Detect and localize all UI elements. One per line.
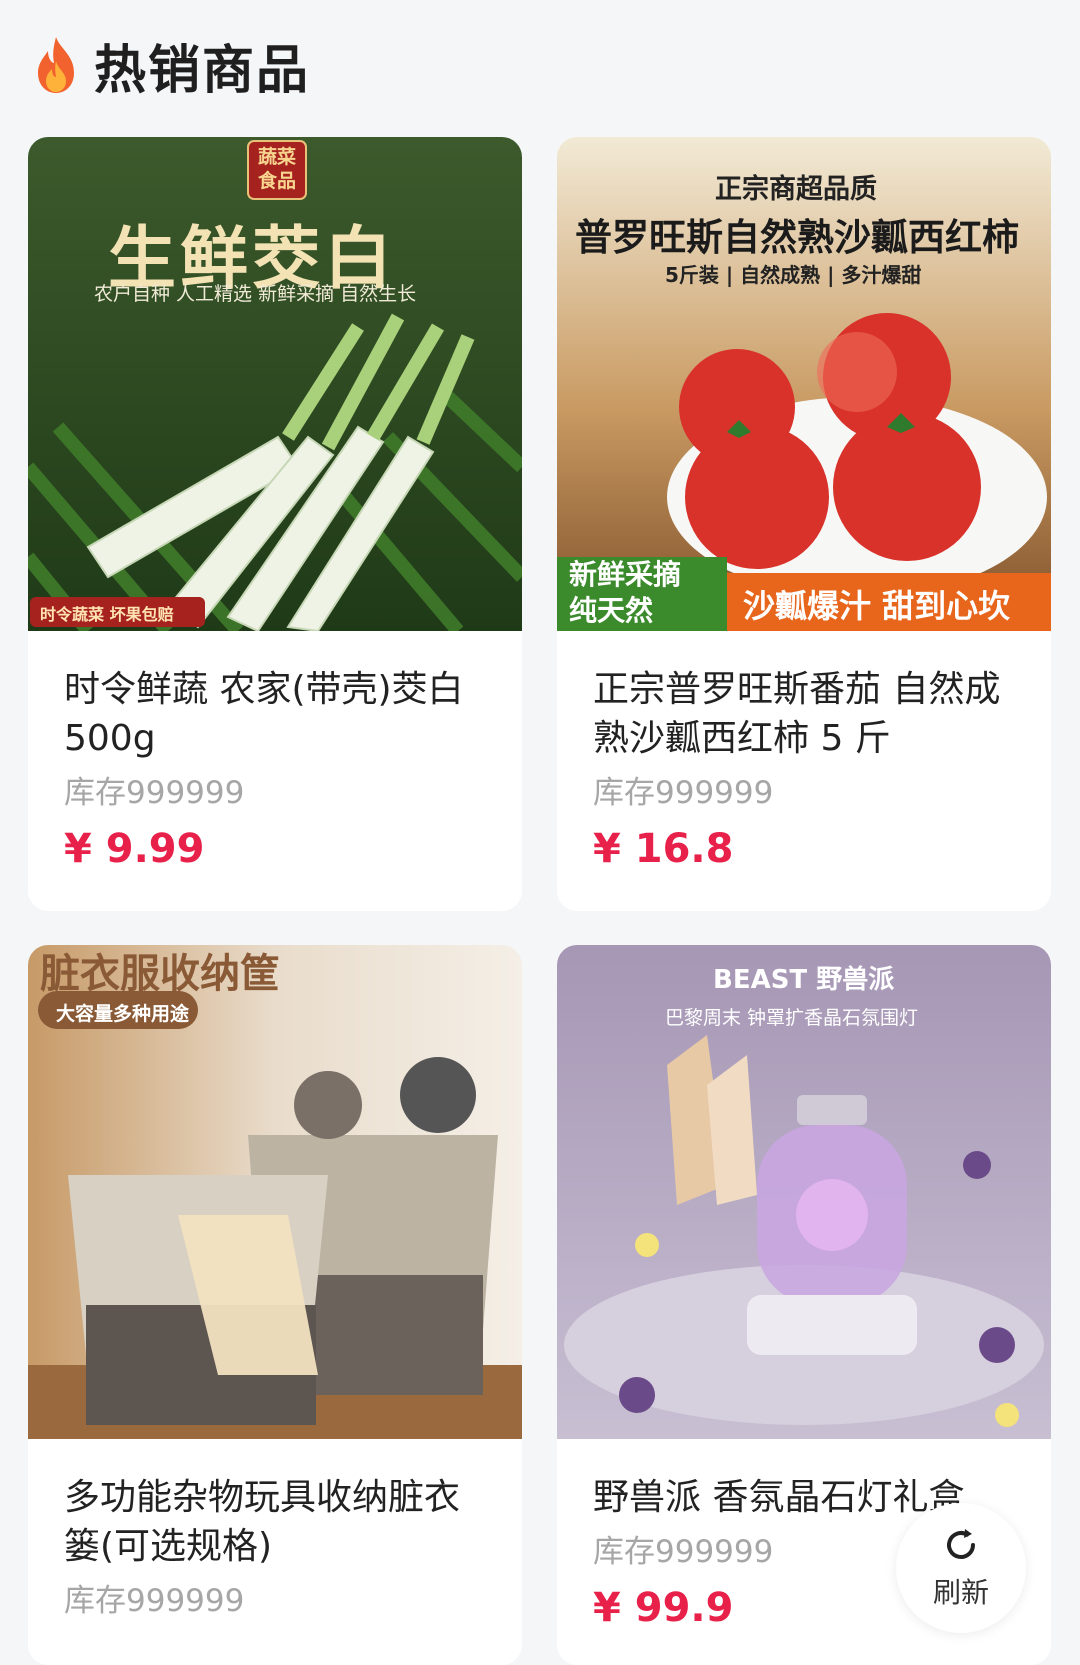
product-price: ¥ 9.99 [64, 826, 205, 872]
refresh-label: 刷新 [932, 1576, 989, 1609]
refresh-button[interactable]: 刷新 [896, 1503, 1026, 1633]
product-stock: 库存999999 [64, 1583, 245, 1619]
product-name: 正宗普罗旺斯番茄 自然成熟沙瓤西红柿 5 斤 [593, 669, 1001, 759]
product-image-jiaobai[interactable]: 蔬菜食品 生鲜茭白 农户自种 人工精选 新鲜采摘 自然生长 时令蔬菜 坏果包赔 [28, 137, 522, 631]
product-image-tomato[interactable]: 正宗商超品质 普罗旺斯自然熟沙瓤西红柿 5斤装 | 自然成熟 | 多汁爆甜 新鲜… [557, 137, 1051, 631]
image-top-line: 正宗商超品质 [715, 174, 877, 205]
product-card-tomato[interactable]: 正宗商超品质 普罗旺斯自然熟沙瓤西红柿 5斤装 | 自然成熟 | 多汁爆甜 新鲜… [557, 137, 1051, 911]
image-subline: 5斤装 | 自然成熟 | 多汁爆甜 [665, 263, 922, 287]
product-name: 多功能杂物玩具收纳脏衣篓(可选规格) [64, 1477, 461, 1567]
image-tag: 时令蔬菜 坏果包赔 [40, 605, 174, 624]
image-subline: 巴黎周末 钟罩扩香晶石氛围灯 [665, 1007, 919, 1029]
fire-icon [38, 37, 74, 93]
product-image-basket[interactable]: 脏衣服收纳筐 大容量多种用途 [28, 945, 522, 1439]
image-headline: 脏衣服收纳筐 [40, 951, 280, 997]
image-headline: 普罗旺斯自然熟沙瓤西红柿 [575, 216, 1019, 259]
image-subline: 农户自种 人工精选 新鲜采摘 自然生长 [94, 283, 417, 305]
product-card-jiaobai[interactable]: 蔬菜食品 生鲜茭白 农户自种 人工精选 新鲜采摘 自然生长 时令蔬菜 坏果包赔 … [28, 137, 522, 911]
image-right-tag: 沙瓤爆汁 甜到心坎 [743, 587, 1011, 625]
product-price: ¥ 16.8 [593, 826, 734, 872]
page-title: 热销商品 [94, 40, 311, 101]
product-stock: 库存999999 [593, 775, 774, 811]
product-image-lamp[interactable]: BEAST 野兽派 巴黎周末 钟罩扩香晶石氛围灯 [557, 945, 1051, 1439]
section-header: 热销商品 [30, 30, 311, 101]
product-stock: 库存999999 [64, 775, 245, 811]
image-headline: BEAST 野兽派 [713, 965, 895, 995]
image-badge: 蔬菜食品 [257, 146, 296, 192]
product-card-basket[interactable]: 脏衣服收纳筐 大容量多种用途 多功能杂物玩具收纳脏衣篓(可选规格) 库存9999… [28, 945, 522, 1665]
product-name: 时令鲜蔬 农家(带壳)茭白500g [64, 669, 464, 759]
refresh-icon [947, 1529, 975, 1559]
image-left-tag: 新鲜采摘 纯天然 [569, 558, 682, 627]
image-subline: 大容量多种用途 [56, 1003, 190, 1025]
